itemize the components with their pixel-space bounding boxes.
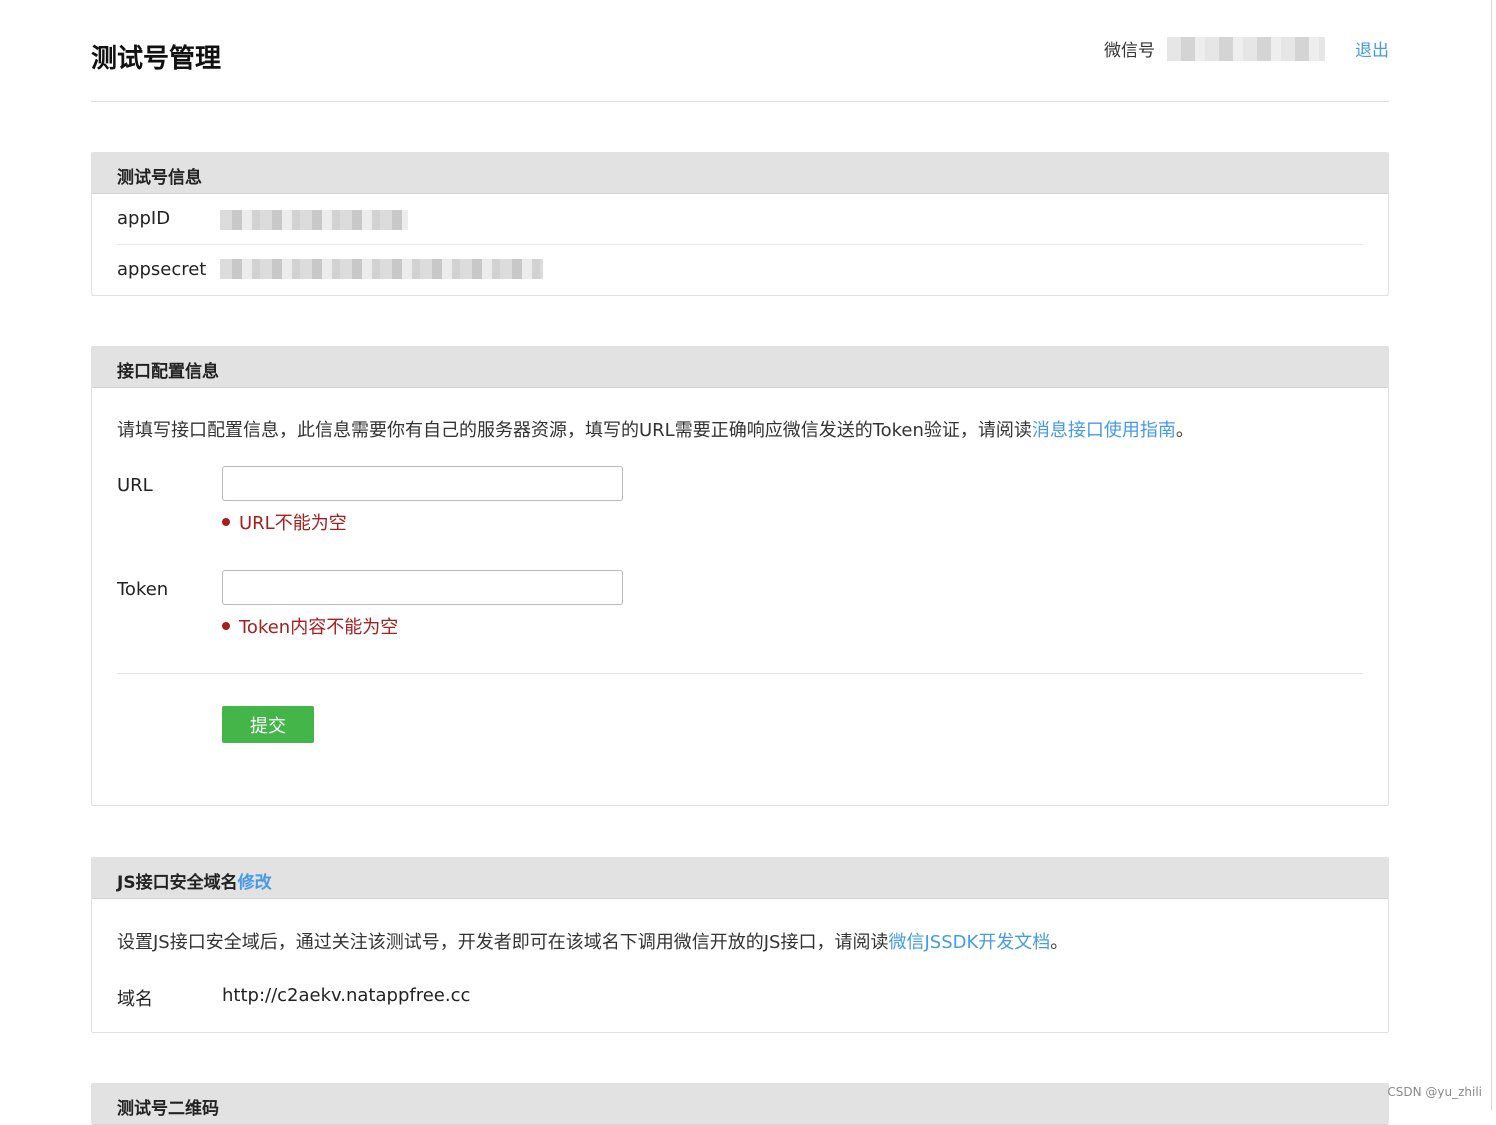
submit-button[interactable]: 提交 [222,706,314,743]
config-description-text: 请填写接口配置信息，此信息需要你有自己的服务器资源，填写的URL需要正确响应微信… [117,420,1032,441]
js-domain-description: 设置JS接口安全域后，通过关注该测试号，开发者即可在该域名下调用微信开放的JS接… [117,928,1068,954]
url-input[interactable] [222,466,623,501]
wechat-id-label: 微信号 [1104,41,1155,61]
config-description-end: 。 [1175,420,1194,441]
js-domain-panel: JS接口安全域名修改 设置JS接口安全域后，通过关注该测试号，开发者即可在该域名… [91,857,1389,1033]
domain-value: http://c2aekv.natappfree.cc [222,985,471,1006]
appid-label: appID [117,208,171,229]
url-label: URL [117,475,153,496]
js-domain-description-end: 。 [1050,932,1069,953]
appsecret-value-redacted: xxxxxxxxxxxxxxxxxxxxxxxxxxxxxxxb [220,259,543,279]
panel-title: 接口配置信息 [117,362,219,382]
error-dot-icon [222,518,230,526]
js-domain-title-text: JS接口安全域名 [117,873,238,893]
panel-header: JS接口安全域名修改 [92,858,1388,899]
scrollbar-track[interactable] [1491,0,1492,1110]
qr-code-panel: 测试号二维码 [91,1083,1389,1125]
appid-row: appID wx9c53a1c03xxxxxxx [117,194,1363,245]
page-title: 测试号管理 [91,44,222,74]
test-account-panel: 测试号信息 appID wx9c53a1c03xxxxxxx appsecret… [91,152,1389,296]
user-area: 微信号 gh_xxxxxxxxxx56 退出 [1104,36,1389,61]
page-header: 测试号管理 微信号 gh_xxxxxxxxxx56 退出 [91,0,1389,102]
panel-title: 测试号信息 [117,168,202,188]
token-error-text: Token内容不能为空 [239,617,399,638]
domain-label: 域名 [117,989,153,1010]
panel-title: 测试号二维码 [117,1099,219,1119]
js-domain-description-text: 设置JS接口安全域后，通过关注该测试号，开发者即可在该域名下调用微信开放的JS接… [117,932,889,953]
panel-title: JS接口安全域名修改 [117,868,272,893]
token-error: Token内容不能为空 [222,613,398,639]
url-error-text: URL不能为空 [239,513,347,534]
token-label: Token [117,579,169,600]
form-divider [117,673,1363,674]
edit-domain-link[interactable]: 修改 [238,873,272,893]
url-error: URL不能为空 [222,509,347,535]
token-input[interactable] [222,570,623,605]
config-description: 请填写接口配置信息，此信息需要你有自己的服务器资源，填写的URL需要正确响应微信… [117,416,1194,442]
appsecret-label: appsecret [117,259,207,280]
appid-value-redacted: wx9c53a1c03xxxxxxx [220,210,408,230]
message-api-guide-link[interactable]: 消息接口使用指南 [1032,420,1176,441]
watermark: CSDN @yu_zhili [1387,1085,1482,1099]
error-dot-icon [222,622,230,630]
wechat-id-value-redacted: gh_xxxxxxxxxx56 [1167,36,1325,61]
interface-config-panel: 接口配置信息 请填写接口配置信息，此信息需要你有自己的服务器资源，填写的URL需… [91,346,1389,806]
panel-header: 测试号信息 [92,153,1388,194]
panel-header: 测试号二维码 [92,1084,1388,1125]
logout-link[interactable]: 退出 [1355,36,1389,61]
jssdk-doc-link[interactable]: 微信JSSDK开发文档 [888,932,1050,953]
panel-header: 接口配置信息 [92,347,1388,388]
appsecret-row: appsecret xxxxxxxxxxxxxxxxxxxxxxxxxxxxxx… [117,245,1363,295]
